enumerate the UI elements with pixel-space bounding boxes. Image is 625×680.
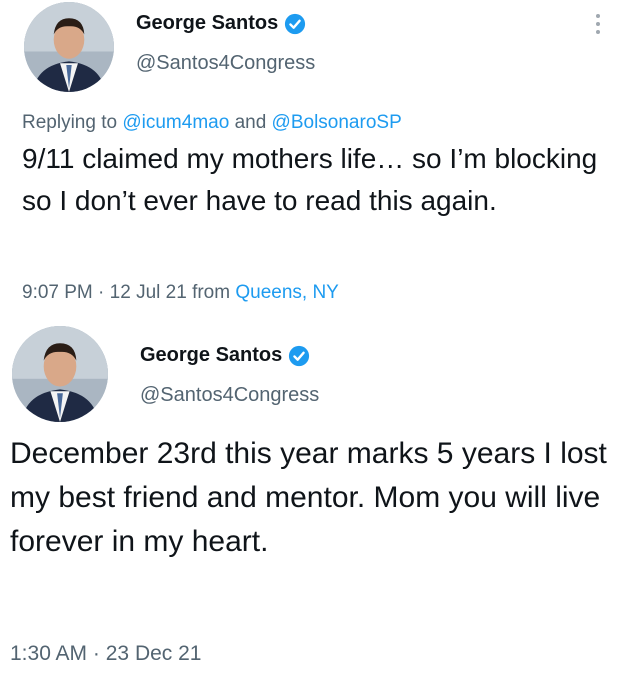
more-options-icon[interactable] <box>593 10 603 40</box>
replying-label: Replying to <box>22 112 118 133</box>
verified-badge-icon <box>288 345 310 367</box>
display-name[interactable]: George Santos <box>140 344 282 367</box>
replying-and: and <box>234 112 267 133</box>
tweet-meta: 1:30 AM · 23 Dec 21 <box>10 642 201 666</box>
avatar[interactable] <box>24 2 114 92</box>
user-handle[interactable]: @Santos4Congress <box>136 52 315 75</box>
from-label: from <box>192 282 231 303</box>
profile-photo <box>12 326 108 422</box>
tweet[interactable]: George Santos @Santos4Congress December … <box>0 318 625 680</box>
author-row: George Santos <box>140 344 310 367</box>
user-handle[interactable]: @Santos4Congress <box>140 384 319 407</box>
tweet-text: December 23rd this year marks 5 years I … <box>10 437 607 558</box>
meta-separator: · <box>98 282 105 303</box>
tweet-time[interactable]: 1:30 AM <box>10 642 87 665</box>
tweet-date[interactable]: 12 Jul 21 <box>110 282 187 303</box>
meta-separator: · <box>92 642 100 665</box>
tweet-time[interactable]: 9:07 PM <box>22 282 93 303</box>
avatar[interactable] <box>12 326 108 422</box>
tweet[interactable]: George Santos @Santos4Congress Replying … <box>0 0 625 318</box>
reply-mention-link[interactable]: @BolsonaroSP <box>272 112 402 133</box>
tweet-meta: 9:07 PM · 12 Jul 21 from Queens, NY <box>22 282 339 304</box>
replying-to-line: Replying to @icum4mao and @BolsonaroSP <box>22 112 402 134</box>
author-row: George Santos <box>136 12 306 35</box>
display-name[interactable]: George Santos <box>136 12 278 35</box>
verified-badge-icon <box>284 13 306 35</box>
profile-photo <box>24 2 114 92</box>
reply-mention-link[interactable]: @icum4mao <box>122 112 229 133</box>
location-link[interactable]: Queens, NY <box>235 282 339 303</box>
tweet-text: 9/11 claimed my mothers life… so I’m blo… <box>22 143 598 216</box>
tweet-date[interactable]: 23 Dec 21 <box>106 642 202 665</box>
